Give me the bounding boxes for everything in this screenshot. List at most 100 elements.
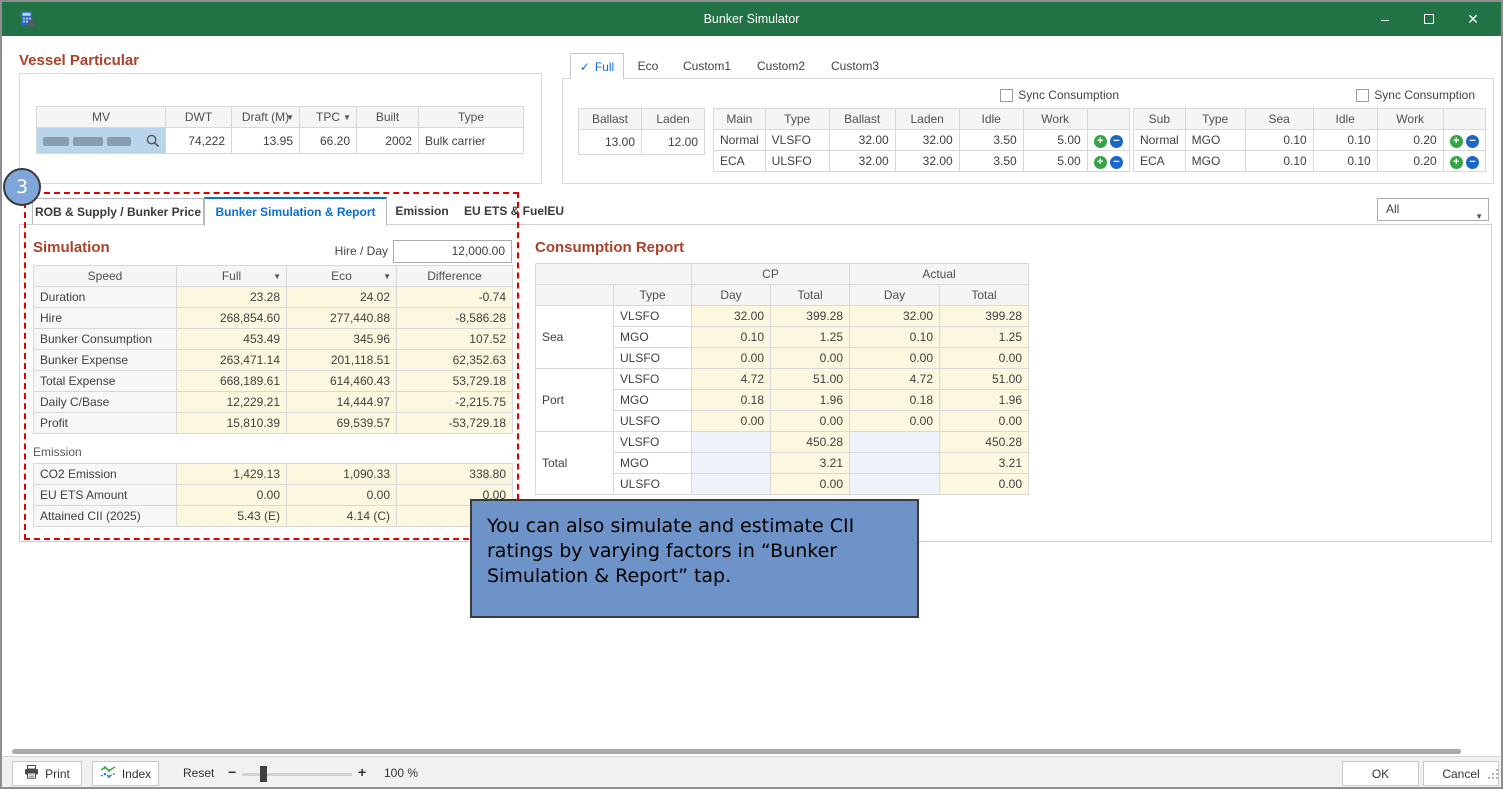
sync-consumption-sub[interactable]: Sync Consumption [1356, 88, 1475, 102]
zoom-in-plus[interactable]: + [358, 764, 366, 780]
sim-row: Total Expense668,189.61614,460.4353,729.… [34, 371, 513, 392]
minimize-button[interactable]: – [1363, 2, 1407, 36]
remove-icon[interactable]: − [1466, 135, 1479, 148]
callout-tooltip: You can also simulate and estimate CII r… [470, 499, 919, 618]
consumption-settings-card: Sync Consumption Sync Consumption Ballas… [562, 78, 1494, 184]
cons-group-port: Port [536, 369, 614, 432]
add-icon[interactable]: + [1094, 135, 1107, 148]
cons-col-act-day: Day [850, 285, 940, 306]
print-button[interactable]: Print [12, 761, 82, 786]
filter-dropdown[interactable]: All ▼ [1377, 198, 1489, 221]
tab-rob-supply-bunker-price[interactable]: ROB & Supply / Bunker Price [32, 198, 204, 225]
remove-icon[interactable]: − [1110, 156, 1123, 169]
dropdown-icon[interactable]: ▼ [286, 113, 294, 122]
cons-col-cp-day: Day [692, 285, 771, 306]
main-col-work: Work [1023, 109, 1087, 130]
tab-custom3[interactable]: Custom3 [826, 53, 884, 79]
callout-step-badge: 3 [3, 168, 41, 206]
ok-button[interactable]: OK [1342, 761, 1419, 786]
consumption-report-table: CP Actual Type Day Total Day Total Sea V… [535, 263, 1029, 495]
zoom-out-minus[interactable]: − [228, 764, 236, 780]
add-icon[interactable]: + [1450, 135, 1463, 148]
emission-table: CO2 Emission1,429.131,090.33338.80 EU ET… [33, 463, 513, 527]
sub-col-sea: Sea [1245, 109, 1313, 130]
main-row-normal: Normal VLSFO 32.00 32.00 3.50 5.00 + − [714, 130, 1130, 151]
zoom-slider-handle[interactable] [260, 766, 267, 782]
tab-bunker-simulation-report[interactable]: Bunker Simulation & Report [204, 197, 387, 226]
sub-col-idle: Idle [1313, 109, 1377, 130]
sim-row: Duration23.2824.02-0.74 [34, 287, 513, 308]
sim-col-eco[interactable]: Eco▼ [287, 266, 397, 287]
vessel-name-cell[interactable] [37, 128, 166, 154]
reset-label[interactable]: Reset [183, 766, 214, 780]
maximize-icon [1424, 14, 1434, 24]
tab-full[interactable]: ✓Full [570, 53, 624, 79]
index-button[interactable]: Index [92, 761, 159, 786]
vessel-col-tpc[interactable]: TPC▼ [300, 107, 357, 128]
sub-col-work: Work [1377, 109, 1443, 130]
main-col-laden: Laden [895, 109, 959, 130]
emission-row: EU ETS Amount0.000.000.00 [34, 485, 513, 506]
tab-eco[interactable]: Eco [628, 53, 668, 79]
hire-per-day-label: Hire / Day [275, 244, 388, 258]
remove-icon[interactable]: − [1110, 135, 1123, 148]
sim-row: Bunker Consumption453.49345.96107.52 [34, 329, 513, 350]
simulation-table: Speed Full▼ Eco▼ Difference Duration23.2… [33, 265, 513, 434]
emission-row: Attained CII (2025)5.43 (E)4.14 (C) [34, 506, 513, 527]
cons-col-act-total: Total [940, 285, 1029, 306]
cons-row: Port VLSFO 4.72 51.00 4.72 51.00 [536, 369, 1029, 390]
add-icon[interactable]: + [1450, 156, 1463, 169]
sub-col-actions [1443, 109, 1485, 130]
cons-group-sea: Sea [536, 306, 614, 369]
sim-row: Hire268,854.60277,440.88-8,586.28 [34, 308, 513, 329]
remove-icon[interactable]: − [1466, 156, 1479, 169]
vessel-dwt-value: 74,222 [166, 128, 232, 154]
bunker-simulator-window: Bunker Simulator – ✕ Vessel Particular M… [0, 0, 1503, 789]
window-title: Bunker Simulator [2, 2, 1501, 36]
hire-per-day-input[interactable]: 12,000.00 [393, 240, 512, 263]
vessel-col-dwt: DWT [166, 107, 232, 128]
sim-col-speed: Speed [34, 266, 177, 287]
maximize-button[interactable] [1407, 2, 1451, 36]
consumption-report-heading: Consumption Report [535, 239, 684, 256]
dropdown-icon[interactable]: ▼ [273, 272, 281, 281]
sim-col-full[interactable]: Full▼ [177, 266, 287, 287]
search-icon[interactable] [146, 134, 160, 151]
speed-ballast-value[interactable]: 13.00 [579, 130, 642, 155]
sub-row-eca: ECA MGO 0.10 0.10 0.20 + − [1134, 151, 1486, 172]
dropdown-icon[interactable]: ▼ [343, 113, 351, 122]
resize-grip[interactable] [1487, 767, 1499, 785]
speed-laden-value[interactable]: 12.00 [642, 130, 705, 155]
vessel-col-type: Type [419, 107, 524, 128]
tab-custom2[interactable]: Custom2 [752, 53, 810, 79]
vessel-draft-value: 13.95 [232, 128, 300, 154]
add-icon[interactable]: + [1094, 156, 1107, 169]
vessel-col-built: Built [357, 107, 419, 128]
footer-bar: Print Index Reset − + 100 % OK Cancel [2, 756, 1501, 787]
vessel-tpc-value: 66.20 [300, 128, 357, 154]
tab-emission[interactable]: Emission [390, 198, 454, 225]
vessel-row: 74,222 13.95 66.20 2002 Bulk carrier [37, 128, 524, 154]
redacted-vessel-name [43, 137, 69, 146]
zoom-slider-track[interactable] [242, 773, 352, 776]
cons-col-blank [536, 264, 692, 285]
tab-custom1[interactable]: Custom1 [678, 53, 736, 79]
sub-col-sub: Sub [1134, 109, 1186, 130]
sim-row: Profit15,810.3969,539.57-53,729.18 [34, 413, 513, 434]
checkbox-icon[interactable] [1000, 89, 1013, 102]
horizontal-scrollbar-thumb[interactable] [12, 749, 1461, 754]
sim-col-difference: Difference [397, 266, 513, 287]
sub-col-type: Type [1185, 109, 1245, 130]
vessel-built-value: 2002 [357, 128, 419, 154]
tab-eu-ets-fueleu[interactable]: EU ETS & FuelEU [462, 198, 566, 225]
dropdown-icon[interactable]: ▼ [383, 272, 391, 281]
cons-row: Sea VLSFO 32.00 399.28 32.00 399.28 [536, 306, 1029, 327]
cons-col-cp-total: Total [771, 285, 850, 306]
main-col-type: Type [765, 109, 829, 130]
vessel-col-draft[interactable]: Draft (M)▼ [232, 107, 300, 128]
sub-row-normal: Normal MGO 0.10 0.10 0.20 + − [1134, 130, 1486, 151]
sync-consumption-main[interactable]: Sync Consumption [1000, 88, 1119, 102]
speed-col-ballast: Ballast [579, 109, 642, 130]
checkbox-icon[interactable] [1356, 89, 1369, 102]
close-button[interactable]: ✕ [1451, 2, 1495, 36]
